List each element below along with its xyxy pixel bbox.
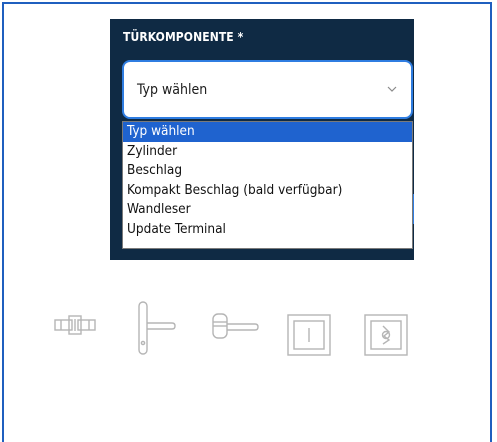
chevron-down-icon (387, 86, 397, 92)
option-wandleser[interactable]: Wandleser (123, 200, 412, 220)
option-kompakt-beschlag[interactable]: Kompakt Beschlag (bald verfügbar) (123, 181, 412, 201)
field-label: TÜRKOMPONENTE * (123, 30, 244, 44)
component-select[interactable]: Typ wählen (122, 60, 413, 119)
select-value: Typ wählen (137, 82, 208, 98)
cylinder-icon[interactable] (52, 313, 100, 337)
option-beschlag[interactable]: Beschlag (123, 161, 412, 181)
option-update-terminal[interactable]: Update Terminal (123, 220, 412, 240)
wall-reader-icon[interactable] (286, 313, 332, 357)
option-zylinder[interactable]: Zylinder (123, 142, 412, 162)
handle-fitting-icon[interactable] (134, 299, 178, 357)
options-list: Typ wählen Zylinder Beschlag Kompakt Bes… (122, 121, 413, 249)
update-terminal-icon[interactable] (363, 313, 409, 357)
compact-handle-icon[interactable] (210, 311, 260, 341)
option-typ-waehlen[interactable]: Typ wählen (123, 122, 412, 142)
